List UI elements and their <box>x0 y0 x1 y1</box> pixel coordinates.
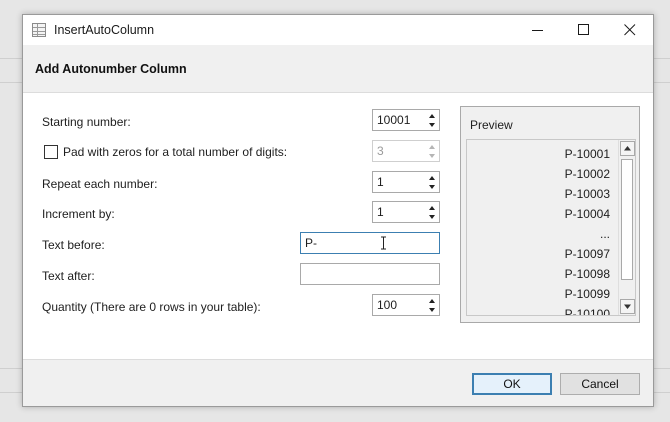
list-item: P-10100 <box>564 307 610 316</box>
list-item: P-10098 <box>564 267 610 281</box>
minimize-button[interactable] <box>515 15 561 45</box>
maximize-button[interactable] <box>561 15 607 45</box>
scrollbar-thumb[interactable] <box>621 159 633 280</box>
spin-up-icon[interactable] <box>428 298 436 304</box>
spin-up-icon[interactable] <box>428 205 436 211</box>
quantity-value[interactable]: 100 <box>377 298 397 312</box>
starting-number-label: Starting number: <box>42 115 131 129</box>
pad-zeros-label: Pad with zeros for a total number of dig… <box>63 145 288 159</box>
text-before-input[interactable]: P- <box>300 232 440 254</box>
preview-group: Preview P-10001 P-10002 P-10003 P-10004 … <box>460 106 640 323</box>
scroll-up-icon <box>624 146 631 151</box>
list-item: P-10001 <box>564 147 610 161</box>
spin-down-icon[interactable] <box>428 184 436 190</box>
title-bar[interactable]: InsertAutoColumn <box>23 15 653 45</box>
scroll-down-icon <box>624 304 631 309</box>
pad-zeros-checkbox[interactable] <box>44 145 58 159</box>
cancel-button[interactable]: Cancel <box>560 373 640 395</box>
text-after-input[interactable] <box>300 263 440 285</box>
scroll-up-button[interactable] <box>620 141 635 156</box>
list-item: ... <box>599 227 610 241</box>
ok-button[interactable]: OK <box>472 373 552 395</box>
text-before-label: Text before: <box>42 238 105 252</box>
spin-down-icon[interactable] <box>428 214 436 220</box>
close-button[interactable] <box>607 15 653 45</box>
spin-up-icon[interactable] <box>428 175 436 181</box>
spin-up-icon[interactable] <box>428 113 436 119</box>
preview-title: Preview <box>470 118 513 132</box>
starting-number-spinner[interactable]: 10001 <box>372 109 440 131</box>
scroll-down-button[interactable] <box>620 299 635 314</box>
increment-by-value[interactable]: 1 <box>377 205 384 219</box>
spin-down-icon[interactable] <box>428 122 436 128</box>
repeat-each-spinner[interactable]: 1 <box>372 171 440 193</box>
insert-auto-column-dialog: InsertAutoColumn Add Autonumber Column S… <box>22 14 654 407</box>
spin-up-icon <box>429 145 435 149</box>
list-item: P-10002 <box>564 167 610 181</box>
table-app-icon <box>32 23 46 37</box>
preview-scrollbar[interactable] <box>618 140 635 315</box>
preview-items: P-10001 P-10002 P-10003 P-10004 ... P-10… <box>564 144 610 316</box>
list-item: P-10003 <box>564 187 610 201</box>
text-cursor-icon <box>381 236 386 250</box>
repeat-each-value[interactable]: 1 <box>377 175 384 189</box>
maximize-icon <box>578 24 589 35</box>
dialog-heading: Add Autonumber Column <box>35 62 187 76</box>
text-before-value[interactable]: P- <box>305 236 317 250</box>
quantity-spinner[interactable]: 100 <box>372 294 440 316</box>
increment-by-label: Increment by: <box>42 207 115 221</box>
spin-down-icon <box>429 154 435 158</box>
dialog-header: Add Autonumber Column <box>23 45 653 93</box>
quantity-label: Quantity (There are 0 rows in your table… <box>42 300 261 314</box>
text-after-label: Text after: <box>42 269 95 283</box>
preview-list[interactable]: P-10001 P-10002 P-10003 P-10004 ... P-10… <box>466 139 636 316</box>
repeat-each-label: Repeat each number: <box>42 177 158 191</box>
list-item: P-10099 <box>564 287 610 301</box>
digits-spinner: 3 <box>372 140 440 162</box>
close-icon <box>624 24 636 36</box>
minimize-icon <box>532 30 543 31</box>
dialog-footer: OK Cancel <box>23 359 653 406</box>
list-item: P-10004 <box>564 207 610 221</box>
digits-value: 3 <box>377 144 384 158</box>
spin-down-icon[interactable] <box>428 307 436 313</box>
increment-by-spinner[interactable]: 1 <box>372 201 440 223</box>
starting-number-value[interactable]: 10001 <box>377 113 410 127</box>
window-title: InsertAutoColumn <box>54 23 155 37</box>
list-item: P-10097 <box>564 247 610 261</box>
